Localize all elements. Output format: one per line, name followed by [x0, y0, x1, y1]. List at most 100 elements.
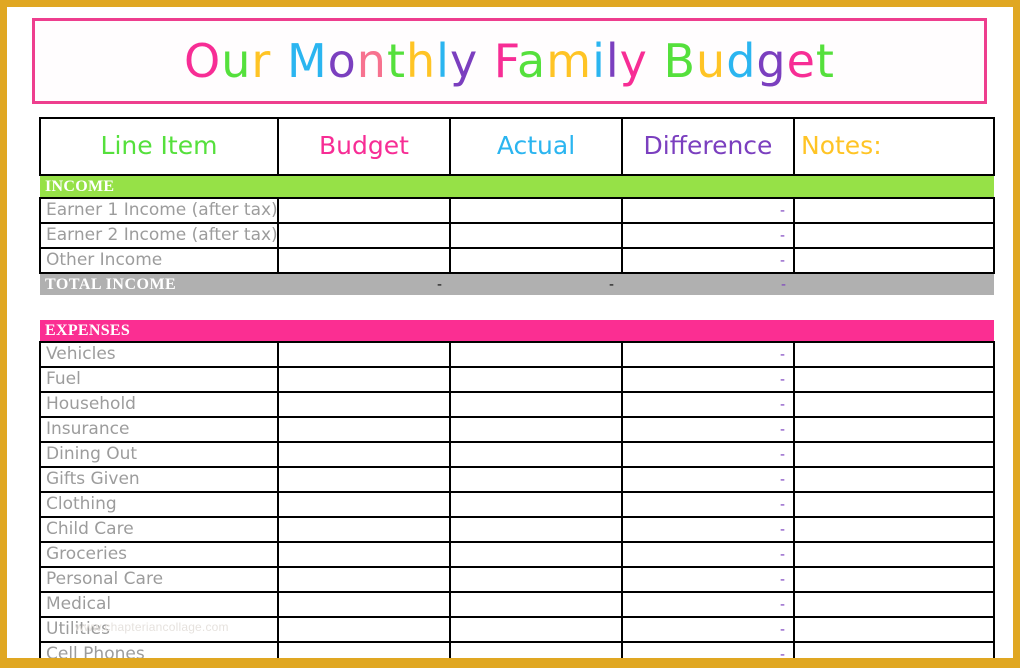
cell-difference[interactable]: -: [621, 466, 795, 493]
cell-difference[interactable]: -: [621, 247, 795, 274]
cell-line-item[interactable]: Medical: [39, 591, 279, 618]
cell-difference[interactable]: -: [621, 616, 795, 643]
table-row: Cell Phones -: [39, 641, 995, 658]
cell-difference[interactable]: -: [621, 591, 795, 618]
cell-line-item[interactable]: Gifts Given: [39, 466, 279, 493]
cell-difference[interactable]: -: [621, 566, 795, 593]
cell-line-item[interactable]: Earner 2 Income (after tax): [39, 222, 279, 249]
cell-notes[interactable]: [793, 247, 995, 274]
cell-line-item[interactable]: Cell Phones: [39, 641, 279, 658]
cell-actual[interactable]: [449, 222, 623, 249]
cell-actual[interactable]: [449, 247, 623, 274]
cell-line-item[interactable]: Fuel: [39, 366, 279, 393]
cell-difference-text: -: [780, 571, 785, 588]
cell-budget[interactable]: [277, 247, 451, 274]
cell-budget[interactable]: [277, 197, 451, 224]
cell-line-item[interactable]: Personal Care: [39, 566, 279, 593]
column-header-actual[interactable]: Actual: [449, 117, 623, 176]
cell-budget[interactable]: [277, 566, 451, 593]
cell-notes[interactable]: [793, 222, 995, 249]
cell-difference[interactable]: -: [621, 222, 795, 249]
cell-line-item[interactable]: Earner 1 Income (after tax): [39, 197, 279, 224]
cell-line-item[interactable]: Utilities: [39, 616, 279, 643]
cell-budget[interactable]: [277, 441, 451, 468]
table-row: Other Income -: [39, 247, 995, 274]
cell-notes[interactable]: [793, 391, 995, 418]
page-frame: Our Monthly Family Budget Line Item Budge…: [0, 0, 1020, 668]
total-label-cell: TOTAL INCOME: [40, 273, 278, 295]
cell-line-item[interactable]: Other Income: [39, 247, 279, 274]
column-header-difference[interactable]: Difference: [621, 117, 795, 176]
cell-budget[interactable]: [277, 416, 451, 443]
title-letter: O: [184, 34, 222, 88]
cell-difference[interactable]: -: [621, 341, 795, 368]
cell-line-item-text: Cell Phones: [46, 644, 145, 658]
cell-budget[interactable]: [277, 641, 451, 658]
cell-notes[interactable]: [793, 491, 995, 518]
cell-notes[interactable]: [793, 366, 995, 393]
cell-line-item[interactable]: Child Care: [39, 516, 279, 543]
cell-actual[interactable]: [449, 516, 623, 543]
column-header-notes[interactable]: Notes:: [793, 117, 995, 176]
cell-notes[interactable]: [793, 566, 995, 593]
cell-notes[interactable]: [793, 341, 995, 368]
cell-difference-text: -: [780, 371, 785, 388]
cell-budget[interactable]: [277, 591, 451, 618]
cell-difference[interactable]: -: [621, 416, 795, 443]
cell-actual[interactable]: [449, 391, 623, 418]
cell-actual[interactable]: [449, 591, 623, 618]
cell-notes[interactable]: [793, 197, 995, 224]
cell-actual[interactable]: [449, 341, 623, 368]
cell-line-item[interactable]: Vehicles: [39, 341, 279, 368]
cell-line-item[interactable]: Clothing: [39, 491, 279, 518]
cell-budget[interactable]: [277, 516, 451, 543]
cell-actual[interactable]: [449, 566, 623, 593]
cell-difference[interactable]: -: [621, 391, 795, 418]
cell-difference[interactable]: -: [621, 197, 795, 224]
cell-actual[interactable]: [449, 441, 623, 468]
cell-actual[interactable]: [449, 541, 623, 568]
cell-budget[interactable]: [277, 366, 451, 393]
cell-difference-text: -: [780, 252, 785, 269]
cell-line-item[interactable]: Groceries: [39, 541, 279, 568]
cell-budget[interactable]: [277, 222, 451, 249]
cell-actual[interactable]: [449, 466, 623, 493]
cell-notes[interactable]: [793, 441, 995, 468]
cell-budget[interactable]: [277, 466, 451, 493]
cell-actual[interactable]: [449, 641, 623, 658]
column-header-label: Actual: [496, 130, 576, 160]
cell-notes[interactable]: [793, 616, 995, 643]
cell-line-item[interactable]: Dining Out: [39, 441, 279, 468]
cell-actual[interactable]: [449, 416, 623, 443]
cell-difference-text: -: [780, 521, 785, 538]
spacer-cell: [40, 295, 994, 320]
cell-actual[interactable]: [449, 197, 623, 224]
cell-difference-text: -: [780, 396, 785, 413]
cell-line-item[interactable]: Insurance: [39, 416, 279, 443]
cell-budget[interactable]: [277, 616, 451, 643]
cell-difference[interactable]: -: [621, 491, 795, 518]
cell-actual[interactable]: [449, 616, 623, 643]
cell-actual[interactable]: [449, 491, 623, 518]
cell-line-item[interactable]: Household: [39, 391, 279, 418]
cell-difference[interactable]: -: [621, 541, 795, 568]
column-header-budget[interactable]: Budget: [277, 117, 451, 176]
cell-notes[interactable]: [793, 416, 995, 443]
cell-difference[interactable]: -: [621, 366, 795, 393]
column-header-line_item[interactable]: Line Item: [39, 117, 279, 176]
cell-budget[interactable]: [277, 341, 451, 368]
table-header-row: Line Item Budget Actual Difference Notes:: [39, 117, 995, 176]
cell-budget[interactable]: [277, 391, 451, 418]
cell-notes[interactable]: [793, 591, 995, 618]
cell-notes[interactable]: [793, 641, 995, 658]
cell-notes[interactable]: [793, 466, 995, 493]
cell-notes[interactable]: [793, 516, 995, 543]
cell-difference[interactable]: -: [621, 516, 795, 543]
cell-budget[interactable]: [277, 491, 451, 518]
cell-difference[interactable]: -: [621, 641, 795, 658]
cell-actual[interactable]: [449, 366, 623, 393]
cell-notes[interactable]: [793, 541, 995, 568]
cell-budget[interactable]: [277, 541, 451, 568]
cell-difference[interactable]: -: [621, 441, 795, 468]
cell-line-item-text: Earner 1 Income (after tax): [46, 200, 278, 220]
